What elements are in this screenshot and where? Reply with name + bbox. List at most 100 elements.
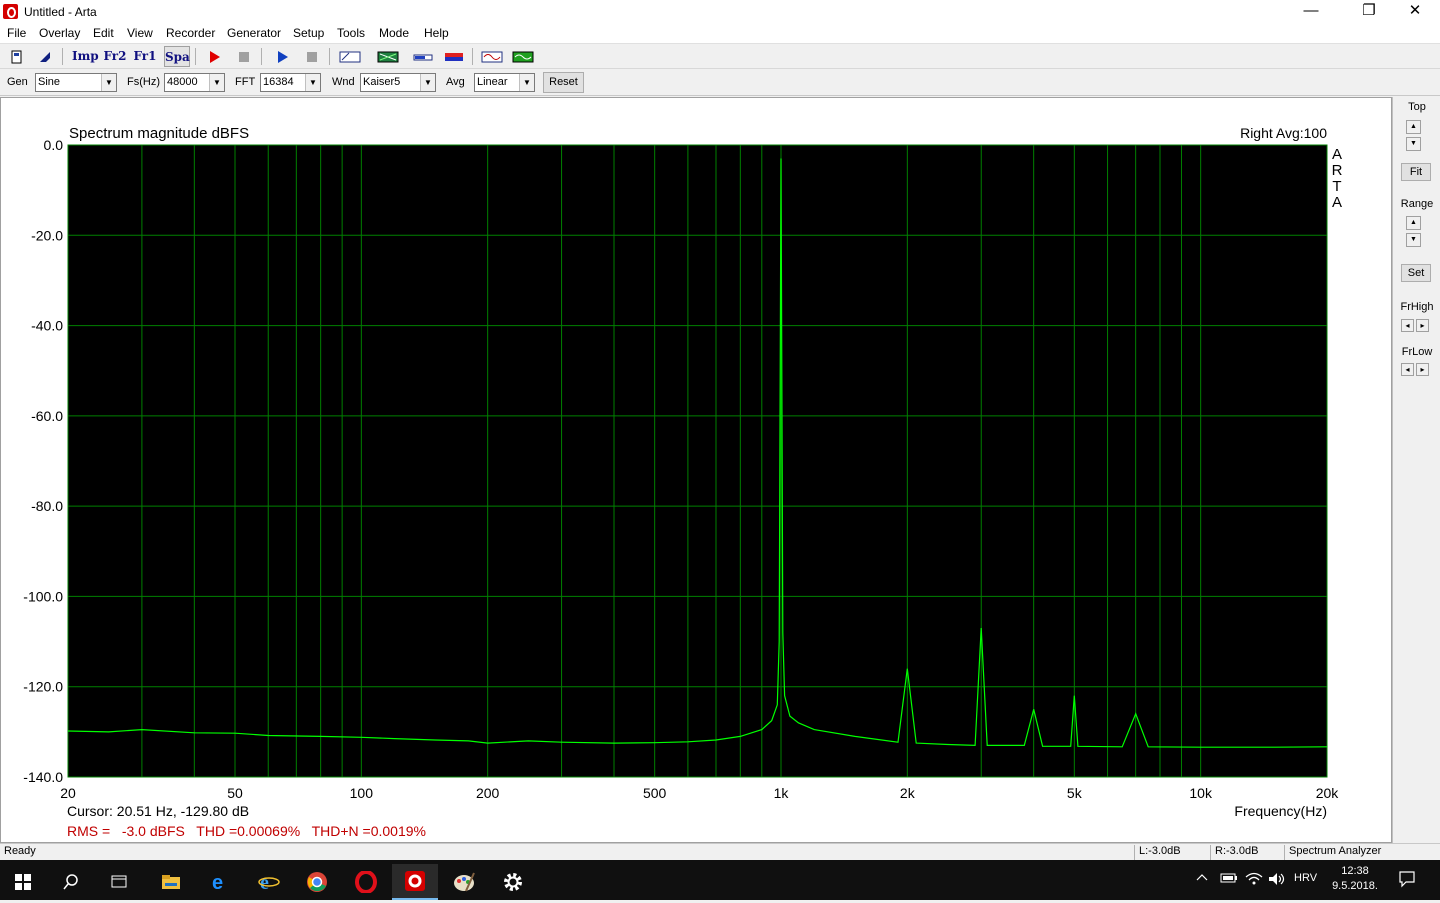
chevron-down-icon[interactable]: ▼ xyxy=(519,74,534,91)
chevron-down-icon[interactable]: ▼ xyxy=(101,74,116,91)
level-meter-icon[interactable] xyxy=(410,46,436,67)
input-language[interactable]: HRV xyxy=(1294,872,1317,884)
sample-rate-select[interactable]: 48000 ▼ xyxy=(164,73,225,92)
restore-button[interactable]: ❐ xyxy=(1346,0,1392,24)
stop-record-icon[interactable] xyxy=(232,46,255,67)
status-bar: Ready L:-3.0dB R:-3.0dB Spectrum Analyze… xyxy=(0,843,1440,860)
action-center-icon[interactable] xyxy=(1398,870,1416,891)
x-tick-label: 20 xyxy=(60,785,76,801)
menu-view[interactable]: View xyxy=(127,26,153,40)
chevron-down-icon[interactable]: ▼ xyxy=(305,74,320,91)
window-label: Wnd xyxy=(332,76,355,88)
sample-rate-value: 48000 xyxy=(167,76,198,88)
svg-text:e: e xyxy=(212,872,223,892)
menu-generator[interactable]: Generator xyxy=(227,26,281,40)
arta-logo-letter: A xyxy=(1332,194,1342,211)
menu-overlay[interactable]: Overlay xyxy=(39,26,80,40)
clock[interactable]: 12:38 9.5.2018. xyxy=(1325,864,1385,894)
volume-icon[interactable] xyxy=(1268,872,1286,889)
toolbar: Imp Fr2 Fr1 Spa xyxy=(0,44,1440,69)
generator-select[interactable]: Sine ▼ xyxy=(35,73,117,92)
spectrogram-icon[interactable] xyxy=(375,46,401,67)
arta-logo-letter: R xyxy=(1332,162,1343,179)
top-down-arrow-icon[interactable]: ▼ xyxy=(1406,137,1421,151)
spectrum-plot-panel: 20 50 100 200 500 1k 2k 5k 10k 20k 0.0 -20.0 -40.0 -6… xyxy=(0,97,1392,843)
fr1-mode-button[interactable]: Fr1 xyxy=(133,46,157,67)
fft-size-select[interactable]: 16384 ▼ xyxy=(260,73,321,92)
plot-area xyxy=(67,144,1328,778)
new-document-icon[interactable] xyxy=(5,46,28,67)
spectrum-chart[interactable]: 20 50 100 200 500 1k 2k 5k 10k 20k 0.0 -20.0 -40.0 -6… xyxy=(1,98,1391,842)
internet-explorer-icon[interactable]: e xyxy=(246,864,292,900)
menu-help[interactable]: Help xyxy=(424,26,449,40)
open-file-icon[interactable] xyxy=(33,46,56,67)
frlow-label: FrLow xyxy=(1401,346,1433,358)
menu-edit[interactable]: Edit xyxy=(93,26,114,40)
frlow-left-arrow-icon[interactable]: ◂ xyxy=(1401,363,1414,376)
color-bar-icon[interactable] xyxy=(441,46,467,67)
abc-overlay-icon[interactable] xyxy=(337,46,363,67)
opera-icon[interactable] xyxy=(343,864,389,900)
x-tick-label: 20k xyxy=(1316,785,1340,801)
top-up-arrow-icon[interactable]: ▲ xyxy=(1406,120,1421,134)
y-tick-label: -80.0 xyxy=(31,498,63,514)
frlow-right-arrow-icon[interactable]: ▸ xyxy=(1416,363,1429,376)
menu-setup[interactable]: Setup xyxy=(293,26,324,40)
toolbar-separator xyxy=(329,48,330,65)
oscilloscope-icon[interactable] xyxy=(479,46,505,67)
y-tick-label: 0.0 xyxy=(44,137,64,153)
paint-app-icon[interactable] xyxy=(441,864,487,900)
chevron-down-icon[interactable]: ▼ xyxy=(209,74,224,91)
x-tick-label: 2k xyxy=(900,785,916,801)
windows-start-icon[interactable] xyxy=(0,864,46,900)
reset-button[interactable]: Reset xyxy=(543,72,584,93)
play-icon[interactable] xyxy=(270,46,293,67)
y-tick-label: -40.0 xyxy=(31,318,63,334)
generator-scope-icon[interactable] xyxy=(510,46,536,67)
x-axis-label: Frequency(Hz) xyxy=(1234,803,1327,819)
settings-gear-icon[interactable] xyxy=(490,864,536,900)
toolbar-separator xyxy=(472,48,473,65)
spa-mode-button[interactable]: Spa xyxy=(164,46,190,67)
menu-recorder[interactable]: Recorder xyxy=(166,26,215,40)
x-tick-label: 100 xyxy=(350,785,374,801)
minimize-button[interactable]: — xyxy=(1288,0,1334,24)
fit-button[interactable]: Fit xyxy=(1401,163,1431,181)
search-icon[interactable] xyxy=(48,864,94,900)
fr2-mode-button[interactable]: Fr2 xyxy=(103,46,127,67)
file-explorer-icon[interactable] xyxy=(148,864,194,900)
averaging-select[interactable]: Linear ▼ xyxy=(474,73,535,92)
battery-icon[interactable] xyxy=(1220,872,1238,887)
y-tick-label: -60.0 xyxy=(31,408,63,424)
record-icon[interactable] xyxy=(202,46,225,67)
clock-date: 9.5.2018. xyxy=(1332,880,1378,892)
frhigh-right-arrow-icon[interactable]: ▸ xyxy=(1416,319,1429,332)
set-button[interactable]: Set xyxy=(1401,264,1431,282)
cursor-readout: Cursor: 20.51 Hz, -129.80 dB xyxy=(67,803,249,819)
window-title: Untitled - Arta xyxy=(24,5,97,19)
y-tick-label: -120.0 xyxy=(23,679,63,695)
range-up-arrow-icon[interactable]: ▲ xyxy=(1406,216,1421,230)
range-down-arrow-icon[interactable]: ▼ xyxy=(1406,233,1421,247)
wifi-icon[interactable] xyxy=(1245,872,1263,889)
arta-taskbar-icon[interactable] xyxy=(392,864,438,900)
task-view-icon[interactable] xyxy=(96,864,142,900)
menu-file[interactable]: File xyxy=(7,26,26,40)
chrome-icon[interactable] xyxy=(294,864,340,900)
impulse-mode-button[interactable]: Imp xyxy=(72,46,99,67)
avg-label: Avg xyxy=(446,76,465,88)
arta-logo-letter: T xyxy=(1332,178,1341,195)
edge-browser-icon[interactable]: e xyxy=(198,864,244,900)
menu-mode[interactable]: Mode xyxy=(379,26,409,40)
close-button[interactable]: ✕ xyxy=(1392,0,1438,24)
range-label: Range xyxy=(1400,198,1434,210)
show-hidden-icons-icon[interactable] xyxy=(1196,872,1208,885)
stop-play-icon[interactable] xyxy=(300,46,323,67)
menu-tools[interactable]: Tools xyxy=(337,26,365,40)
chevron-down-icon[interactable]: ▼ xyxy=(420,74,435,91)
toolbar-separator xyxy=(261,48,262,65)
window-function-select[interactable]: Kaiser5 ▼ xyxy=(360,73,436,92)
y-tick-label: -20.0 xyxy=(31,227,63,243)
frhigh-left-arrow-icon[interactable]: ◂ xyxy=(1401,319,1414,332)
toolbar-separator xyxy=(195,48,196,65)
